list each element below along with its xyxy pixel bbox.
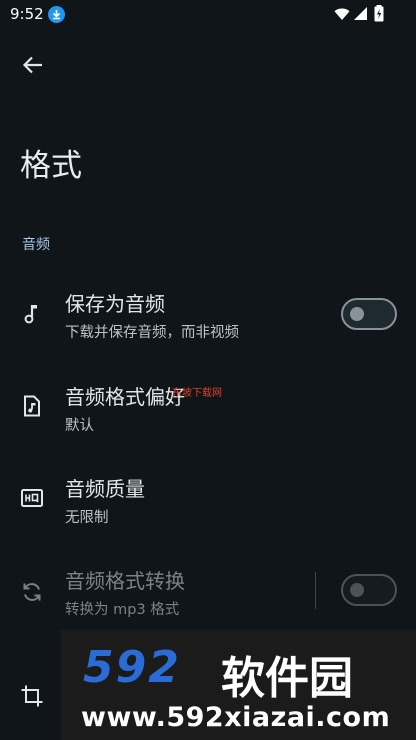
- arrow-left-icon: [22, 56, 42, 74]
- row-title: 音频格式转换: [65, 569, 185, 593]
- setting-save-as-audio[interactable]: 保存为音频 下载并保存音频，而非视频: [0, 268, 416, 360]
- setting-audio-convert[interactable]: 音频格式转换 转换为 mp3 格式: [0, 544, 416, 636]
- setting-audio-format-preference[interactable]: 音频格式偏好 默认: [0, 360, 416, 452]
- row-title: 保存为音频: [65, 292, 165, 316]
- toggle-knob: [350, 583, 364, 597]
- status-bar: 9:52: [0, 0, 416, 30]
- hq-icon: [21, 489, 43, 507]
- row-title: 音频格式偏好: [65, 385, 185, 409]
- row-subtitle: 下载并保存音频，而非视频: [65, 325, 239, 341]
- row-subtitle: 默认: [65, 418, 94, 434]
- row-subtitle: 无限制: [65, 510, 109, 526]
- audio-convert-toggle[interactable]: [341, 574, 397, 606]
- wifi-icon: [334, 8, 350, 20]
- save-as-audio-toggle[interactable]: [341, 298, 397, 330]
- watermark-banner: 592 软件园 www.592xiazai.com: [61, 630, 416, 740]
- download-notification-icon: [48, 6, 65, 23]
- row-subtitle: 转换为 mp3 格式: [65, 602, 180, 618]
- toggle-knob: [350, 307, 364, 321]
- battery-icon: [374, 5, 384, 22]
- overlay-watermark-text: 东坡下载网: [172, 388, 222, 399]
- watermark-url: www.592xiazai.com: [81, 702, 391, 733]
- section-header-audio: 音频: [22, 237, 50, 253]
- crop-icon: [21, 685, 43, 707]
- sync-icon: [23, 583, 41, 601]
- music-note-icon: [24, 305, 37, 324]
- signal-icon: [354, 7, 367, 20]
- back-button[interactable]: [14, 46, 52, 84]
- watermark-brand-text: 软件园: [221, 653, 353, 704]
- audio-file-icon: [24, 395, 40, 417]
- setting-audio-quality[interactable]: 音频质量 无限制: [0, 452, 416, 544]
- watermark-brand-number: 592: [83, 642, 181, 693]
- page-title: 格式: [20, 148, 82, 184]
- row-title: 音频质量: [65, 477, 145, 501]
- status-time: 9:52: [10, 5, 44, 23]
- divider: [315, 572, 316, 609]
